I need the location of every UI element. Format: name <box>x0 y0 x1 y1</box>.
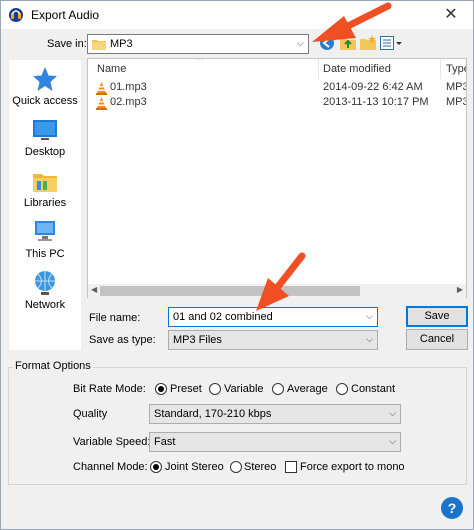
force-mono-checkbox[interactable] <box>285 461 297 473</box>
place-label: Desktop <box>24 146 66 158</box>
force-mono-label: Force export to mono <box>300 461 405 473</box>
scroll-right-icon[interactable]: ▶ <box>457 285 463 294</box>
places-bar: Quick access Desktop Libraries This PC N… <box>9 60 81 350</box>
computer-icon <box>35 221 55 241</box>
sort-arrow-icon: ^ <box>198 58 203 66</box>
place-desktop[interactable]: Desktop <box>9 116 81 166</box>
channel-option-label: Joint Stereo <box>165 461 224 473</box>
channel-mode-label: Channel Mode: <box>73 461 148 473</box>
save-in-label: Save in: <box>47 38 87 50</box>
column-separator[interactable] <box>318 59 319 79</box>
help-icon: ? <box>447 500 457 516</box>
window-title: Export Audio <box>31 8 100 22</box>
file-name-label: File name: <box>89 312 141 324</box>
audacity-icon <box>9 8 23 22</box>
bit-rate-preset-radio[interactable] <box>155 383 167 395</box>
star-icon <box>33 67 57 91</box>
horizontal-scrollbar[interactable]: ◀ ▶ <box>88 284 466 298</box>
column-header-date[interactable]: Date modified <box>323 63 391 81</box>
column-separator[interactable] <box>440 59 441 79</box>
libraries-icon <box>33 174 57 192</box>
bit-rate-average-radio[interactable] <box>272 383 284 395</box>
place-this-pc[interactable]: This PC <box>9 218 81 268</box>
save-in-value: MP3 <box>110 38 133 50</box>
help-button[interactable]: ? <box>441 497 463 519</box>
bit-rate-option-label: Preset <box>170 383 202 395</box>
file-name-input[interactable]: 01 and 02 combined ⌵ <box>168 307 378 327</box>
desktop-icon <box>33 120 57 140</box>
place-label: Quick access <box>12 95 78 107</box>
vlc-file-icon <box>96 97 107 110</box>
file-name-cell: 01.mp3 <box>110 81 147 93</box>
quality-value: Standard, 170-210 kbps <box>154 408 272 420</box>
export-audio-dialog: Export Audio ✕ Save in: MP3 ⌵ Quick acce… <box>0 0 474 530</box>
chevron-down-icon: ⌵ <box>297 38 304 48</box>
save-button[interactable]: Save <box>406 306 468 327</box>
variable-speed-label: Variable Speed: <box>73 436 151 448</box>
channel-joint-stereo-radio[interactable] <box>150 461 162 473</box>
close-icon: ✕ <box>444 6 458 23</box>
channel-stereo-radio[interactable] <box>230 461 242 473</box>
cancel-button[interactable]: Cancel <box>406 329 468 350</box>
chevron-down-icon: ⌵ <box>366 334 373 344</box>
file-name-cell: 02.mp3 <box>110 96 147 108</box>
back-icon[interactable] <box>319 35 335 51</box>
bit-rate-mode-label: Bit Rate Mode: <box>73 383 146 395</box>
view-menu-icon[interactable] <box>380 36 402 50</box>
place-network[interactable]: Network <box>9 269 81 319</box>
bit-rate-option-label: Constant <box>351 383 396 395</box>
variable-speed-value: Fast <box>154 436 176 448</box>
variable-speed-dropdown[interactable]: Fast ⌵ <box>149 432 401 452</box>
bit-rate-option-label: Average <box>287 383 328 395</box>
quality-dropdown[interactable]: Standard, 170-210 kbps ⌵ <box>149 404 401 424</box>
column-header-type[interactable]: Type <box>446 63 466 81</box>
file-date-cell: 2014-09-22 6:42 AM <box>323 81 423 93</box>
file-list[interactable]: ^ Name Date modified Type 01.mp3 2014-09… <box>87 58 467 298</box>
save-as-type-dropdown[interactable]: MP3 Files ⌵ <box>168 330 378 350</box>
file-row[interactable]: 02.mp3 2013-11-13 10:17 PM MP3 <box>88 96 467 111</box>
quality-label: Quality <box>73 408 108 420</box>
channel-option-label: Stereo <box>244 461 277 473</box>
up-folder-icon[interactable] <box>339 34 357 52</box>
folder-icon <box>92 40 106 50</box>
vlc-file-icon <box>96 82 107 95</box>
file-date-cell: 2013-11-13 10:17 PM <box>323 96 429 108</box>
chevron-down-icon[interactable]: ⌵ <box>366 311 373 322</box>
chevron-down-icon: ⌵ <box>389 436 396 446</box>
column-header-name[interactable]: Name <box>97 63 126 81</box>
new-folder-icon[interactable] <box>359 34 377 52</box>
file-row[interactable]: 01.mp3 2014-09-22 6:42 AM MP3 <box>88 81 467 96</box>
title-bar: Export Audio ✕ <box>1 1 473 29</box>
place-quick-access[interactable]: Quick access <box>9 65 81 115</box>
save-as-type-label: Save as type: <box>89 334 156 346</box>
bit-rate-variable-radio[interactable] <box>209 383 221 395</box>
network-icon <box>35 271 55 295</box>
file-type-cell: MP3 <box>446 81 467 93</box>
place-label: Libraries <box>23 197 67 209</box>
save-in-dropdown[interactable]: MP3 ⌵ <box>87 34 309 54</box>
scrollbar-thumb[interactable] <box>100 286 360 296</box>
chevron-down-icon: ⌵ <box>389 408 396 418</box>
save-as-type-value: MP3 Files <box>173 334 222 346</box>
place-libraries[interactable]: Libraries <box>9 167 81 217</box>
place-label: Network <box>24 299 66 311</box>
bit-rate-constant-radio[interactable] <box>336 383 348 395</box>
file-type-cell: MP3 <box>446 96 467 108</box>
bit-rate-option-label: Variable <box>224 383 264 395</box>
place-label: This PC <box>25 248 65 260</box>
file-name-value: 01 and 02 combined <box>173 311 273 323</box>
format-options-title: Format Options <box>13 360 93 372</box>
scroll-left-icon[interactable]: ◀ <box>91 285 97 294</box>
close-button[interactable]: ✕ <box>429 1 473 29</box>
